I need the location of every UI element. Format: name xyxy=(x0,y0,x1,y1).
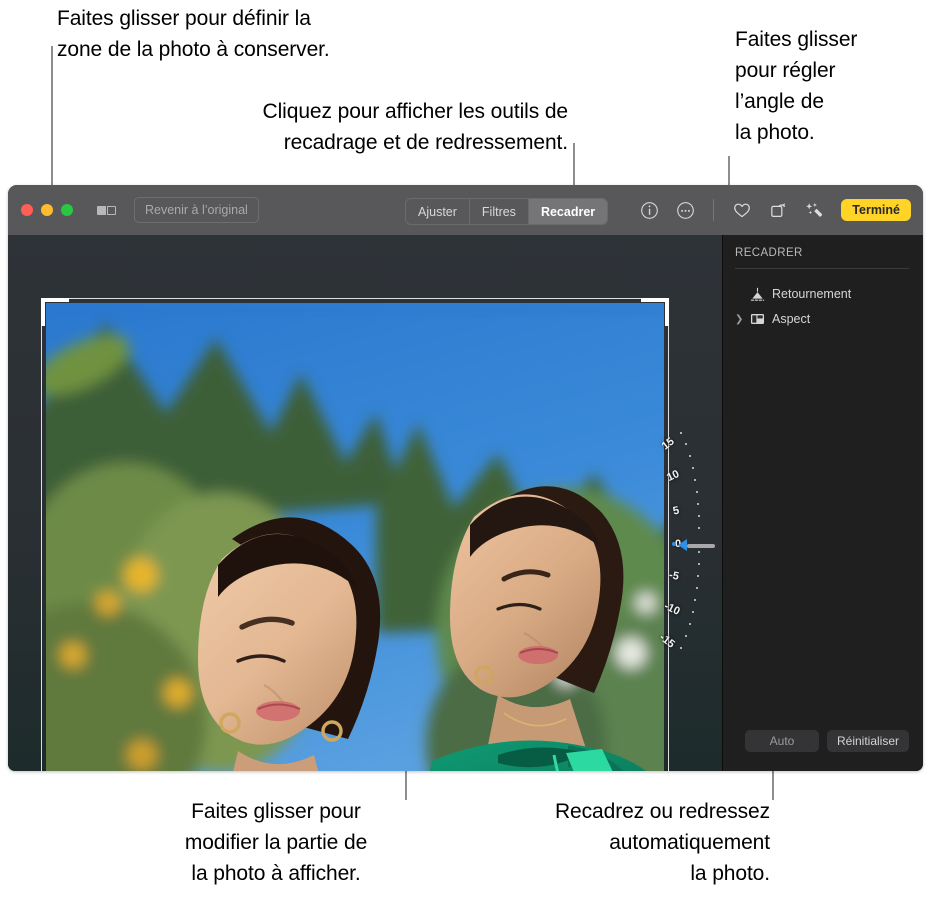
dial-tick--15: -15 xyxy=(656,631,677,651)
callout-angle-dial: Faites glisser pour régler l’angle de la… xyxy=(735,28,858,144)
dial-dot xyxy=(685,635,688,638)
callout-crop-area: Faites glisser pour définir la zone de l… xyxy=(57,7,330,61)
dial-dot xyxy=(697,575,700,578)
inspector-row-aspect-label: Aspect xyxy=(772,312,811,326)
done-button[interactable]: Terminé xyxy=(841,199,911,221)
inspector-footer: Auto Réinitialiser xyxy=(723,730,923,752)
inspector-divider xyxy=(735,268,909,269)
edit-mode-segmented-control[interactable]: Ajuster Filtres Recadrer xyxy=(405,198,609,225)
dial-tick--5: -5 xyxy=(667,569,680,583)
tab-crop[interactable]: Recadrer xyxy=(528,199,608,224)
reset-button[interactable]: Réinitialiser xyxy=(827,730,909,752)
dial-dot xyxy=(697,503,700,506)
crop-handle-top-right-h[interactable] xyxy=(641,298,669,302)
crop-frame[interactable] xyxy=(41,298,669,771)
minimize-button[interactable] xyxy=(41,204,53,216)
inspector-title: RECADRER xyxy=(735,247,803,259)
done-button-label: Terminé xyxy=(852,203,900,217)
dial-dot xyxy=(696,491,699,494)
dial-dot xyxy=(694,479,697,482)
toolbar: Revenir à l’original Ajuster Filtres Rec… xyxy=(8,185,923,235)
auto-enhance-wand-icon[interactable] xyxy=(803,199,825,221)
crop-handle-top-right-v[interactable] xyxy=(665,298,669,326)
crop-inspector-panel: RECADRER Retournement ❯ Aspect Auto Réin… xyxy=(722,235,923,771)
auto-button-label: Auto xyxy=(769,734,795,748)
callout-crop-tools: Cliquez pour afficher les outils de reca… xyxy=(262,100,569,154)
toolbar-divider xyxy=(713,199,715,221)
dial-dot xyxy=(698,515,701,518)
dial-dot xyxy=(698,551,701,554)
info-icon[interactable] xyxy=(638,199,660,221)
callout-pan-photo: Faites glisser pour modifier la partie d… xyxy=(184,800,368,885)
straighten-angle-dial[interactable]: 15 10 5 0 -5 -10 -15 xyxy=(656,430,716,660)
photos-editor-window: Revenir à l’original Ajuster Filtres Rec… xyxy=(8,185,923,771)
dial-dot xyxy=(694,599,697,602)
chevron-right-icon[interactable]: ❯ xyxy=(735,314,747,325)
callout-auto-crop: Recadrez ou redressez automatiquement la… xyxy=(554,800,770,885)
tab-filters-label: Filtres xyxy=(481,204,516,219)
dial-pointer-icon xyxy=(678,539,687,551)
dial-tick-15: 15 xyxy=(659,435,677,453)
dial-dot xyxy=(689,455,692,458)
dial-current-value-dot xyxy=(672,542,676,546)
tab-filters[interactable]: Filtres xyxy=(470,199,529,224)
dial-tick-10: 10 xyxy=(665,467,682,485)
tab-crop-label: Recadrer xyxy=(540,204,596,219)
rotate-icon[interactable] xyxy=(767,199,789,221)
dial-dot xyxy=(692,467,695,470)
inspector-row-flip-label: Retournement xyxy=(772,287,852,301)
revert-to-original-label: Revenir à l’original xyxy=(145,203,248,217)
revert-to-original-button[interactable]: Revenir à l’original xyxy=(134,197,259,223)
auto-button[interactable]: Auto xyxy=(745,730,819,752)
dial-pointer-bar[interactable] xyxy=(687,543,715,548)
photo-canvas[interactable]: 15 10 5 0 -5 -10 -15 xyxy=(8,235,723,771)
crop-handle-top-left-h[interactable] xyxy=(41,298,69,302)
aspect-ratio-icon xyxy=(747,312,767,326)
inspector-row-flip[interactable]: Retournement xyxy=(735,283,913,305)
dial-dot xyxy=(698,527,701,530)
sidebar-toggle-outline xyxy=(107,205,116,215)
dial-dot xyxy=(692,611,695,614)
favorite-heart-icon[interactable] xyxy=(731,199,753,221)
dial-dot xyxy=(680,432,683,435)
dial-dot xyxy=(698,563,701,566)
window-controls[interactable] xyxy=(21,204,73,216)
crop-handle-top-left-v[interactable] xyxy=(41,298,45,326)
dial-dot xyxy=(680,647,683,650)
close-button[interactable] xyxy=(21,204,33,216)
reset-button-label: Réinitialiser xyxy=(836,734,900,748)
sidebar-toggle-filled xyxy=(97,205,106,215)
dial-dot xyxy=(685,443,688,446)
crop-edge-left[interactable] xyxy=(41,303,42,771)
tab-adjust[interactable]: Ajuster xyxy=(406,199,470,224)
sidebar-toggle-icon[interactable] xyxy=(97,205,116,215)
dial-dot xyxy=(696,587,699,590)
dial-dot xyxy=(689,623,692,626)
more-options-icon[interactable] xyxy=(674,199,696,221)
tab-adjust-label: Ajuster xyxy=(418,204,457,219)
crop-edge-top[interactable] xyxy=(46,298,664,299)
dial-tick--10: -10 xyxy=(662,600,682,618)
photo-image[interactable] xyxy=(46,303,664,771)
zoom-button[interactable] xyxy=(61,204,73,216)
flip-icon xyxy=(747,287,767,302)
dial-tick-5: 5 xyxy=(671,504,681,518)
inspector-row-aspect[interactable]: ❯ Aspect xyxy=(735,308,913,330)
toolbar-right-group: Terminé xyxy=(638,185,911,235)
